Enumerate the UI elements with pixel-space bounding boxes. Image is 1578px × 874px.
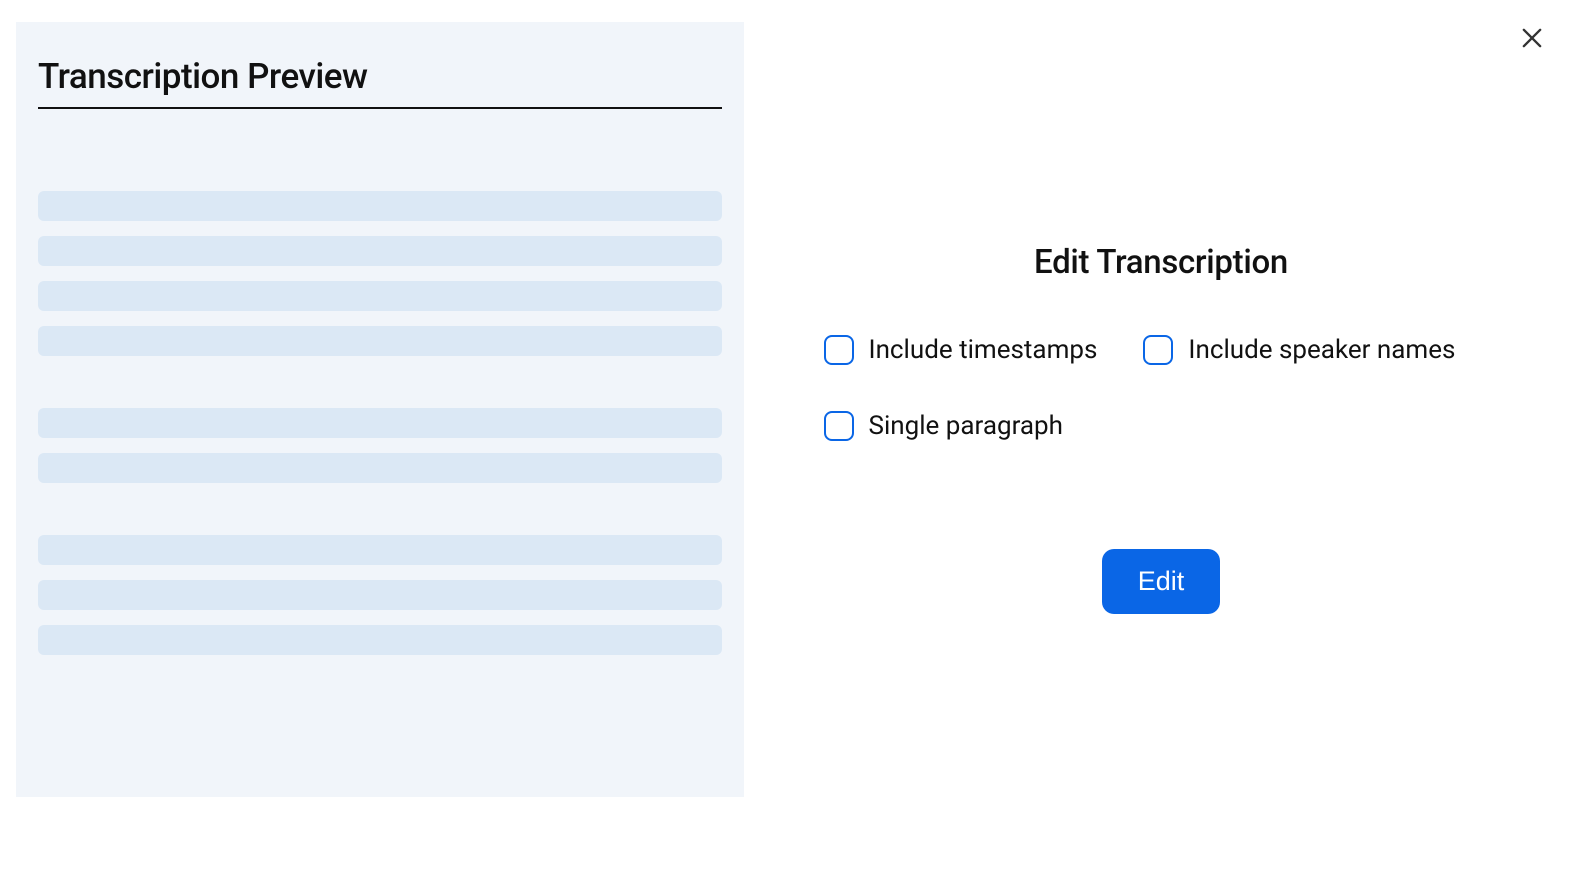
option-speaker-names[interactable]: Include speaker names bbox=[1143, 335, 1455, 365]
option-single-paragraph[interactable]: Single paragraph bbox=[824, 411, 1063, 441]
close-button[interactable] bbox=[1514, 20, 1550, 56]
close-icon bbox=[1518, 24, 1546, 52]
checkbox-icon bbox=[824, 335, 854, 365]
skeleton-line bbox=[38, 453, 722, 483]
option-speaker-names-label: Include speaker names bbox=[1188, 335, 1455, 365]
checkbox-icon bbox=[824, 411, 854, 441]
option-timestamps[interactable]: Include timestamps bbox=[824, 335, 1098, 365]
skeleton-line bbox=[38, 191, 722, 221]
skeleton-line bbox=[38, 408, 722, 438]
skeleton-line bbox=[38, 281, 722, 311]
checkbox-icon bbox=[1143, 335, 1173, 365]
skeleton-line bbox=[38, 535, 722, 565]
dialog-container: Transcription Preview bbox=[0, 0, 1578, 874]
preview-title: Transcription Preview bbox=[38, 56, 722, 109]
skeleton-line bbox=[38, 236, 722, 266]
editor-heading: Edit Transcription bbox=[1034, 243, 1288, 282]
editor-panel: Edit Transcription Include timestamps In… bbox=[744, 0, 1578, 874]
skeleton-content bbox=[38, 191, 722, 655]
skeleton-group bbox=[38, 408, 722, 483]
skeleton-group bbox=[38, 535, 722, 655]
skeleton-line bbox=[38, 326, 722, 356]
options-row: Include timestamps Include speaker names… bbox=[824, 335, 1499, 441]
skeleton-group bbox=[38, 191, 722, 356]
edit-button[interactable]: Edit bbox=[1102, 549, 1221, 614]
option-timestamps-label: Include timestamps bbox=[869, 335, 1098, 365]
skeleton-line bbox=[38, 625, 722, 655]
preview-panel: Transcription Preview bbox=[16, 22, 744, 797]
skeleton-line bbox=[38, 580, 722, 610]
option-single-paragraph-label: Single paragraph bbox=[869, 411, 1063, 441]
